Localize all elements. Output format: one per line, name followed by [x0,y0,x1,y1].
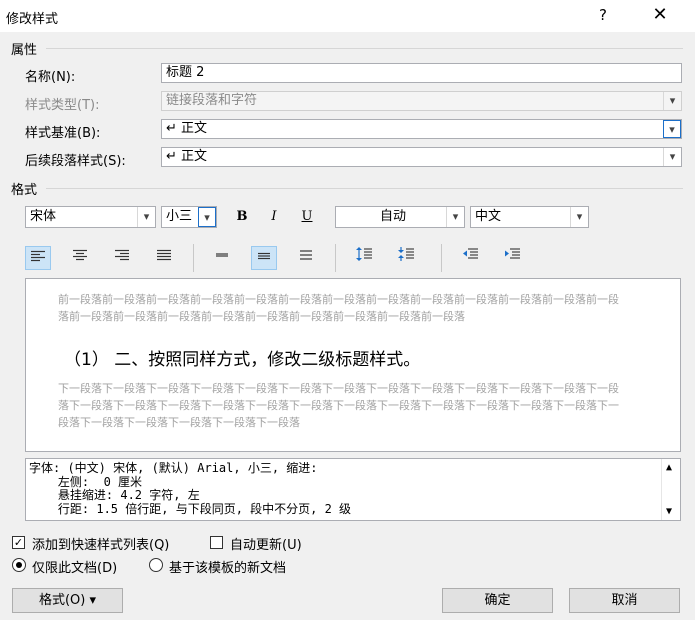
style-type-label: 样式类型(T): [25,98,100,113]
chevron-down-icon: ▾ [446,207,464,227]
properties-section-label: 属性 [11,43,38,58]
help-button[interactable]: ? [592,6,614,26]
description-line: 左侧: 0 厘米 [29,474,143,489]
single-spacing-button[interactable] [209,246,235,270]
toolbar-separator [193,244,194,272]
only-this-document-label: 仅限此文档(D) [32,561,118,576]
style-preview: 前一段落前一段落前一段落前一段落前一段落前一段落前一段落前一段落前一段落前一段落… [25,278,681,452]
chevron-down-icon: ▾ [570,207,588,227]
description-line: 悬挂缩进: 4.2 字符, 左 [29,488,200,502]
align-right-button[interactable] [109,246,135,270]
heading-sample-text: （1） 二、按照同样方式，修改二级标题样式。 [64,350,421,370]
description-line: 字体: (中文) 宋体, (默认) Arial, 小三, 缩进: [29,461,318,475]
next-style-value: ↵ 正文 [166,149,208,164]
description-scrollbar[interactable]: ▲ ▼ [661,459,680,520]
checkmark-icon: ✓ [13,536,24,549]
italic-button[interactable]: I [261,205,287,229]
format-menu-button[interactable]: 格式(O) ▾ [12,588,123,613]
name-label: 名称(N): [25,70,76,85]
toolbar-separator [335,244,336,272]
font-value: 宋体 [30,209,57,224]
bold-button[interactable]: B [229,205,255,229]
next-style-select[interactable]: ↵ 正文 ▾ [161,147,682,167]
previous-paragraph-sample: 前一段落前一段落前一段落前一段落前一段落前一段落前一段落前一段落前一段落前一段落… [58,293,619,323]
increase-indent-icon [505,248,520,259]
based-on-value: ↵ 正文 [166,121,208,136]
align-center-icon [73,249,87,261]
auto-update-label: 自动更新(U) [230,538,302,553]
increase-paragraph-spacing-icon [356,247,372,261]
name-field[interactable]: 标题 2 [161,63,682,83]
style-description: 字体: (中文) 宋体, (默认) Arial, 小三, 缩进: 左侧: 0 厘… [25,458,681,521]
decrease-paragraph-spacing-icon [398,247,414,261]
one-half-spacing-icon [258,252,270,260]
next-style-label: 后续段落样式(S): [25,154,126,169]
one-half-spacing-button[interactable] [251,246,277,270]
dialog-title: 修改样式 [6,12,59,27]
font-size-value: 小三 [166,209,193,224]
new-documents-label: 基于该模板的新文档 [169,561,287,576]
font-color-value: 自动 [379,209,406,224]
new-documents-radio[interactable] [149,558,163,572]
close-icon: ✕ [652,4,668,25]
ok-button[interactable]: 确定 [442,588,553,613]
align-left-icon [31,250,45,262]
properties-divider [46,48,683,49]
double-spacing-button[interactable] [293,246,319,270]
justify-button[interactable] [151,246,177,270]
chevron-down-icon: ▾ [663,148,681,166]
justify-icon [157,249,171,261]
single-spacing-icon [216,253,228,257]
style-type-value: 链接段落和字符 [166,93,258,108]
next-paragraph-sample: 下一段落下一段落下一段落下一段落下一段落下一段落下一段落下一段落下一段落下一段落… [58,382,619,429]
double-spacing-icon [300,250,312,260]
script-value: 中文 [475,209,502,224]
radio-selected-icon [16,562,22,568]
toolbar-separator [441,244,442,272]
format-divider [46,188,683,189]
font-size-select[interactable]: 小三 ▾ [161,206,217,228]
chevron-down-icon: ▾ [663,92,681,110]
script-select[interactable]: 中文 ▾ [470,206,589,228]
font-select[interactable]: 宋体 ▾ [25,206,156,228]
format-section-label: 格式 [11,183,38,198]
style-type-select[interactable]: 链接段落和字符 ▾ [161,91,682,111]
description-line: 行距: 1.5 倍行距, 与下段同页, 段中不分页, 2 级 [29,501,352,516]
chevron-down-icon: ▾ [137,207,155,227]
decrease-indent-icon [463,248,478,259]
add-to-gallery-label: 添加到快速样式列表(Q) [32,538,170,553]
add-to-gallery-checkbox[interactable]: ✓ [12,536,25,549]
based-on-label: 样式基准(B): [25,126,101,141]
title-bar [0,0,695,32]
align-center-button[interactable] [67,246,93,270]
cancel-button[interactable]: 取消 [569,588,680,613]
close-button[interactable]: ✕ [648,4,672,28]
font-color-select[interactable]: 自动 ▾ [335,206,465,228]
chevron-down-icon: ▾ [198,207,216,227]
align-right-icon [115,249,129,261]
only-this-document-radio[interactable] [12,558,26,572]
increase-indent-button[interactable] [499,246,525,270]
underline-button[interactable]: U [294,205,320,229]
auto-update-checkbox[interactable] [210,536,223,549]
increase-spacing-button[interactable] [351,246,377,270]
align-left-button[interactable] [25,246,51,270]
chevron-down-icon: ▾ [663,120,681,138]
based-on-select[interactable]: ↵ 正文 ▾ [161,119,682,139]
decrease-spacing-button[interactable] [393,246,419,270]
decrease-indent-button[interactable] [457,246,483,270]
scroll-down-icon[interactable]: ▼ [666,505,672,519]
scroll-up-icon[interactable]: ▲ [666,461,672,475]
